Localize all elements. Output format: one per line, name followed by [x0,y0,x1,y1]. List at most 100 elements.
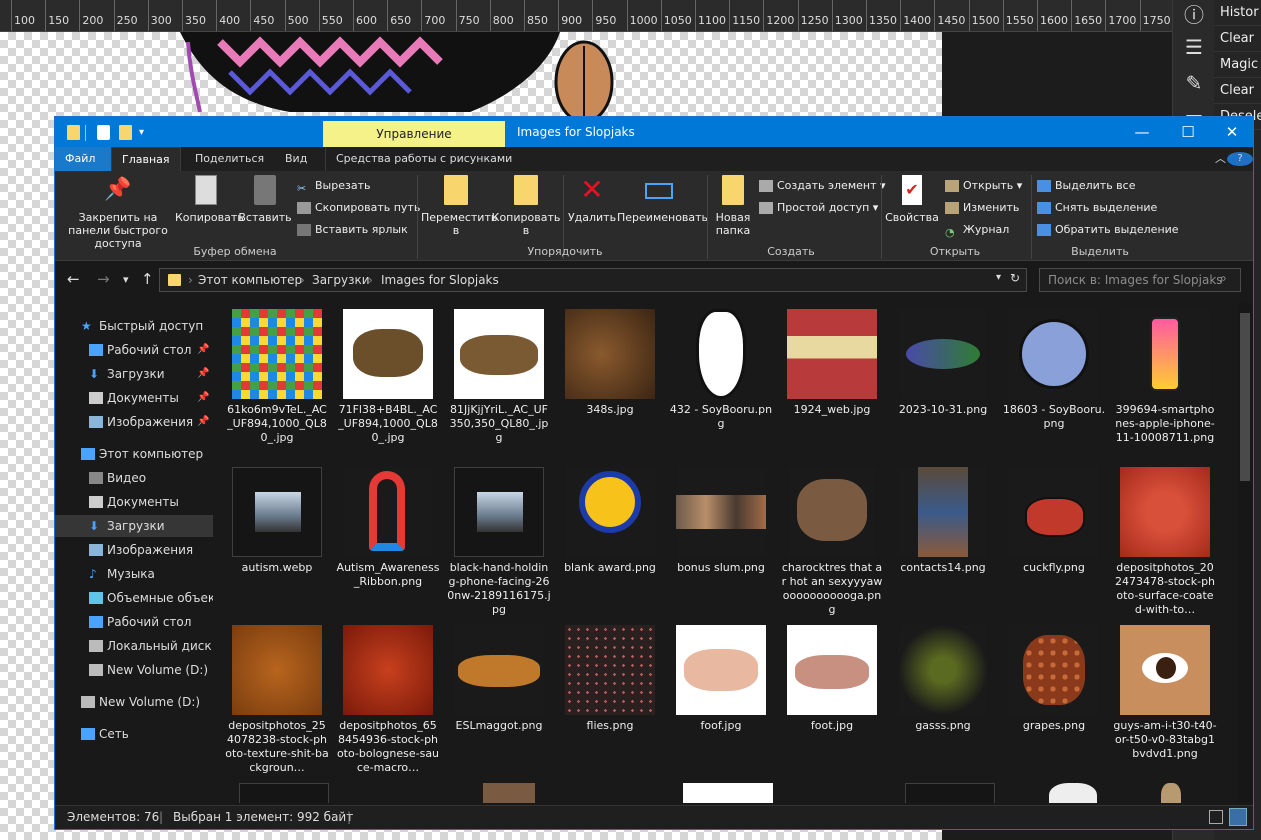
title-bar[interactable]: ▾ Управление Images for Slopjaks — ☐ ✕ [55,117,1253,147]
quick-access-dropdown-icon[interactable]: ▾ [139,127,152,142]
file-thumbnail[interactable] [905,783,995,803]
properties-quick-icon[interactable] [97,125,110,140]
address-bar[interactable]: › Этот компьютер › Загрузки › Images for… [159,268,1027,292]
nav-pc-pictures[interactable]: Изображения [55,539,213,561]
file-item[interactable]: 1924_web.jpg [780,303,884,461]
paste-button[interactable]: Вставить [237,175,293,224]
select-none-button[interactable]: Снять выделение [1037,199,1157,217]
file-item[interactable]: black-hand-holding-phone-facing-260nw-21… [447,461,551,619]
back-icon[interactable]: ← [67,270,80,288]
file-item[interactable]: 18603 - SoyBooru.png [1002,303,1106,461]
file-thumbnail[interactable] [1049,783,1097,803]
easy-access-button[interactable]: Простой доступ ▾ [759,199,878,217]
tab-file[interactable]: Файл [55,147,111,171]
nav-3d-objects[interactable]: Объемные объекты [55,587,213,609]
file-item[interactable]: 2023-10-31.png [891,303,995,461]
close-button[interactable]: ✕ [1209,117,1255,147]
file-item[interactable]: charocktres that ar hot an sexyyyawooooo… [780,461,884,619]
file-item[interactable]: 399694-smartphones-apple-iphone-11-10008… [1113,303,1217,461]
file-thumbnail[interactable] [239,783,329,803]
nav-pc-downloads[interactable]: ⬇ Загрузки [55,515,213,537]
help-icon[interactable]: ? [1227,152,1253,166]
nav-this-pc[interactable]: Этот компьютер [55,443,213,465]
minimize-button[interactable]: — [1119,117,1165,147]
properties-button[interactable]: ✔ Свойства [885,175,939,224]
file-item[interactable]: flies.png [558,619,662,777]
tab-view[interactable]: Вид [275,147,317,171]
history-item[interactable]: Clear [1214,26,1261,52]
breadcrumb-downloads[interactable]: Загрузки [312,273,370,287]
file-item[interactable]: 348s.jpg [558,303,662,461]
scrollbar-thumb[interactable] [1240,313,1250,481]
tab-picture-tools[interactable]: Средства работы с рисунками [325,147,522,171]
file-item[interactable]: Autism_Awareness_Ribbon.png [336,461,440,619]
rename-button[interactable]: Переименовать [617,175,708,224]
tab-share[interactable]: Поделиться [185,147,274,171]
new-folder-button[interactable]: Новая папка [711,175,755,237]
recent-locations-icon[interactable]: ▾ [123,273,129,286]
file-item[interactable]: 61ko6m9vTeL._AC_UF894,1000_QL80_.jpg [225,303,329,461]
file-item[interactable]: autism.webp [225,461,329,619]
nav-documents[interactable]: Документы 📌 [55,387,213,409]
tab-home[interactable]: Главная [111,147,181,171]
history-item[interactable]: Clear [1214,78,1261,104]
copy-path-button[interactable]: Скопировать путь [297,199,420,217]
delete-button[interactable]: ✕ Удалить [565,175,619,225]
history-button[interactable]: ◔ Журнал [945,221,1009,239]
paste-shortcut-button[interactable]: Вставить ярлык [297,221,408,239]
new-folder-quick-icon[interactable] [119,125,132,140]
address-dropdown-icon[interactable]: ▾ [996,272,1001,283]
file-item[interactable]: ESLmaggot.png [447,619,551,777]
nav-pc-documents[interactable]: Документы [55,491,213,513]
select-all-button[interactable]: Выделить все [1037,177,1135,195]
nav-desktop[interactable]: Рабочий стол 📌 [55,339,213,361]
breadcrumb-this-pc[interactable]: Этот компьютер [198,273,302,287]
file-item[interactable]: 71Fl38+B4BL._AC_UF894,1000_QL80_.jpg [336,303,440,461]
file-item[interactable]: blank award.png [558,461,662,619]
invert-selection-button[interactable]: Обратить выделение [1037,221,1179,239]
history-item[interactable]: Magic W [1214,52,1261,78]
file-thumbnail[interactable] [483,783,535,803]
brush-icon[interactable]: ✎ [1181,70,1207,96]
file-item[interactable]: 432 - SoyBooru.png [669,303,773,461]
maximize-button[interactable]: ☐ [1165,117,1211,147]
manage-context-tab[interactable]: Управление [323,121,505,147]
copy-button[interactable]: Копировать [175,175,244,224]
info-icon[interactable]: ⓘ [1181,2,1207,28]
nav-music[interactable]: ♪ Музыка [55,563,213,585]
file-item[interactable]: 81JjKjjYriL._AC_UF350,350_QL80_.jpg [447,303,551,461]
open-button[interactable]: Открыть ▾ [945,177,1022,195]
file-thumbnail[interactable] [683,783,773,803]
file-item[interactable]: depositphotos_202473478-stock-photo-surf… [1113,461,1217,619]
file-item[interactable]: foot.jpg [780,619,884,777]
file-thumbnail[interactable] [1161,783,1181,803]
file-item[interactable]: bonus slum.png [669,461,773,619]
details-view-icon[interactable] [1209,810,1223,824]
nav-network[interactable]: Сеть [55,723,213,745]
up-icon[interactable]: ↑ [141,270,154,288]
nav-new-volume-d[interactable]: New Volume (D:) [55,691,213,713]
nav-pictures[interactable]: Изображения 📌 [55,411,213,433]
file-item[interactable]: grapes.png [1002,619,1106,777]
forward-icon[interactable]: → [97,270,110,288]
edit-button[interactable]: Изменить [945,199,1019,217]
file-item[interactable]: guys-am-i-t30-t40-or-t50-v0-83tabg1bvdvd… [1113,619,1217,777]
file-item[interactable]: depositphotos_254078238-stock-photo-text… [225,619,329,777]
move-to-button[interactable]: Переместить в [421,175,497,237]
file-item[interactable]: cuckfly.png [1002,461,1106,619]
nav-downloads[interactable]: ⬇ Загрузки 📌 [55,363,213,385]
file-item[interactable]: foof.jpg [669,619,773,777]
large-icons-view-icon[interactable] [1229,808,1247,826]
search-input[interactable]: Поиск в: Images for Slopjaks ⌕ [1039,268,1241,292]
new-item-button[interactable]: Создать элемент ▾ [759,177,886,195]
refresh-icon[interactable]: ↻ [1010,271,1020,285]
file-item[interactable]: depositphotos_658454936-stock-photo-bolo… [336,619,440,777]
breadcrumb-current[interactable]: Images for Slopjaks [381,273,499,287]
copy-to-button[interactable]: Копировать в [491,175,561,237]
adjustments-icon[interactable]: ☰ [1181,34,1207,60]
nav-videos[interactable]: Видео [55,467,213,489]
nav-local-disk-c[interactable]: Локальный диск (C:) [55,635,213,657]
nav-volume-d[interactable]: New Volume (D:) [55,659,213,681]
file-item[interactable]: gasss.png [891,619,995,777]
file-item[interactable]: contacts14.png [891,461,995,619]
